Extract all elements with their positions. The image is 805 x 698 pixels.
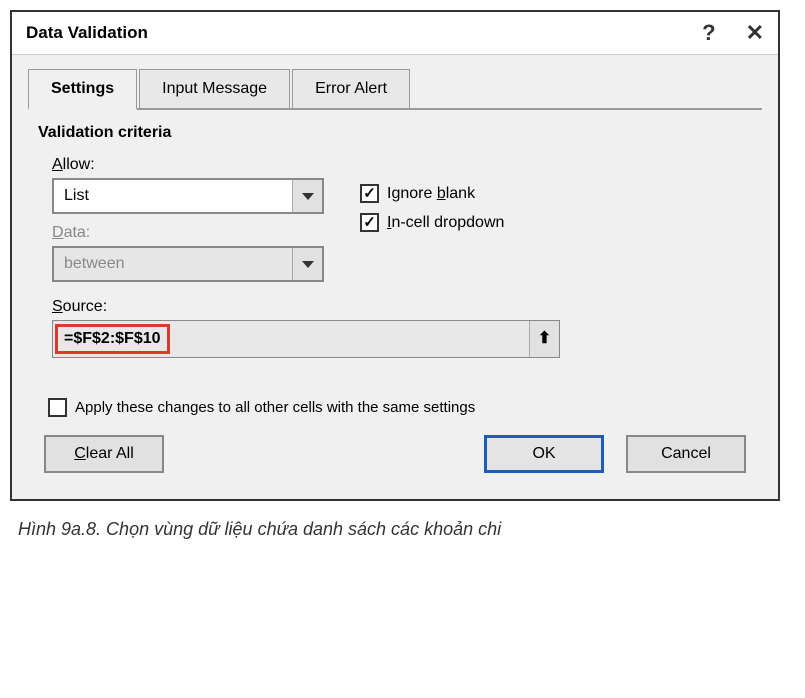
clear-all-button[interactable]: Clear All bbox=[44, 435, 164, 473]
tab-strip: Settings Input Message Error Alert bbox=[28, 69, 762, 110]
apply-changes-row: Apply these changes to all other cells w… bbox=[48, 398, 752, 417]
dialog-body: Settings Input Message Error Alert Valid… bbox=[12, 55, 778, 499]
close-button[interactable]: ✕ bbox=[746, 22, 764, 44]
allow-label: Allow: bbox=[52, 156, 324, 174]
clear-all-post: lear All bbox=[86, 445, 134, 462]
clear-all-u: C bbox=[74, 445, 86, 462]
allow-value: List bbox=[54, 187, 292, 205]
data-dropdown-button bbox=[292, 248, 322, 280]
allow-label-underline: A bbox=[52, 156, 63, 173]
tab-error-alert[interactable]: Error Alert bbox=[292, 69, 410, 108]
allow-dropdown-button[interactable] bbox=[292, 180, 322, 212]
validation-criteria-heading: Validation criteria bbox=[38, 124, 752, 142]
allow-label-post: llow: bbox=[63, 156, 95, 173]
dialog-title: Data Validation bbox=[26, 23, 148, 43]
ignore-blank-checkbox[interactable] bbox=[360, 184, 379, 203]
incell-dropdown-label: In-cell dropdown bbox=[387, 214, 504, 232]
source-section: Source: =$F$2:$F$10 ⬆ bbox=[52, 298, 752, 358]
apply-changes-label: Apply these changes to all other cells w… bbox=[75, 399, 475, 416]
data-value: between bbox=[54, 255, 292, 273]
left-column: Allow: List Data: between bbox=[52, 156, 324, 292]
data-label-underline: D bbox=[52, 224, 64, 241]
titlebar-controls: ? ✕ bbox=[702, 22, 764, 44]
source-label-u: S bbox=[52, 298, 63, 315]
tab-input-message[interactable]: Input Message bbox=[139, 69, 290, 108]
dialog-button-row: Clear All OK Cancel bbox=[38, 435, 752, 477]
tab-settings[interactable]: Settings bbox=[28, 69, 137, 110]
ok-button[interactable]: OK bbox=[484, 435, 604, 473]
cancel-button[interactable]: Cancel bbox=[626, 435, 746, 473]
ignore-blank-post: lank bbox=[446, 185, 475, 202]
ignore-blank-label: Ignore blank bbox=[387, 185, 475, 203]
data-label-post: ata: bbox=[64, 224, 91, 241]
data-label: Data: bbox=[52, 224, 324, 242]
source-label-post: ource: bbox=[63, 298, 107, 315]
range-select-icon: ⬆ bbox=[538, 331, 551, 347]
data-validation-dialog: Data Validation ? ✕ Settings Input Messa… bbox=[10, 10, 780, 501]
figure-caption: Hình 9a.8. Chọn vùng dữ liệu chứa danh s… bbox=[10, 519, 795, 540]
help-button[interactable]: ? bbox=[702, 22, 715, 44]
apply-changes-checkbox[interactable] bbox=[48, 398, 67, 417]
ignore-blank-row: Ignore blank bbox=[360, 184, 504, 203]
incell-dropdown-checkbox[interactable] bbox=[360, 213, 379, 232]
source-value-highlight: =$F$2:$F$10 bbox=[55, 324, 170, 354]
allow-data-row: Allow: List Data: between bbox=[38, 156, 752, 292]
right-column: Ignore blank In-cell dropdown bbox=[360, 156, 504, 232]
source-input[interactable]: =$F$2:$F$10 ⬆ bbox=[52, 320, 560, 358]
titlebar: Data Validation ? ✕ bbox=[12, 12, 778, 55]
chevron-down-icon bbox=[302, 193, 314, 200]
incell-post: n-cell dropdown bbox=[391, 214, 504, 231]
ok-cancel-group: OK Cancel bbox=[484, 435, 746, 473]
source-label: Source: bbox=[52, 298, 752, 316]
ignore-blank-pre: Ignore bbox=[387, 185, 437, 202]
tab-content-settings: Validation criteria Allow: List Data: bbox=[28, 110, 762, 483]
allow-combobox[interactable]: List bbox=[52, 178, 324, 214]
data-combobox: between bbox=[52, 246, 324, 282]
incell-dropdown-row: In-cell dropdown bbox=[360, 213, 504, 232]
range-select-button[interactable]: ⬆ bbox=[529, 321, 559, 357]
chevron-down-icon bbox=[302, 261, 314, 268]
ignore-blank-u: b bbox=[437, 185, 446, 202]
